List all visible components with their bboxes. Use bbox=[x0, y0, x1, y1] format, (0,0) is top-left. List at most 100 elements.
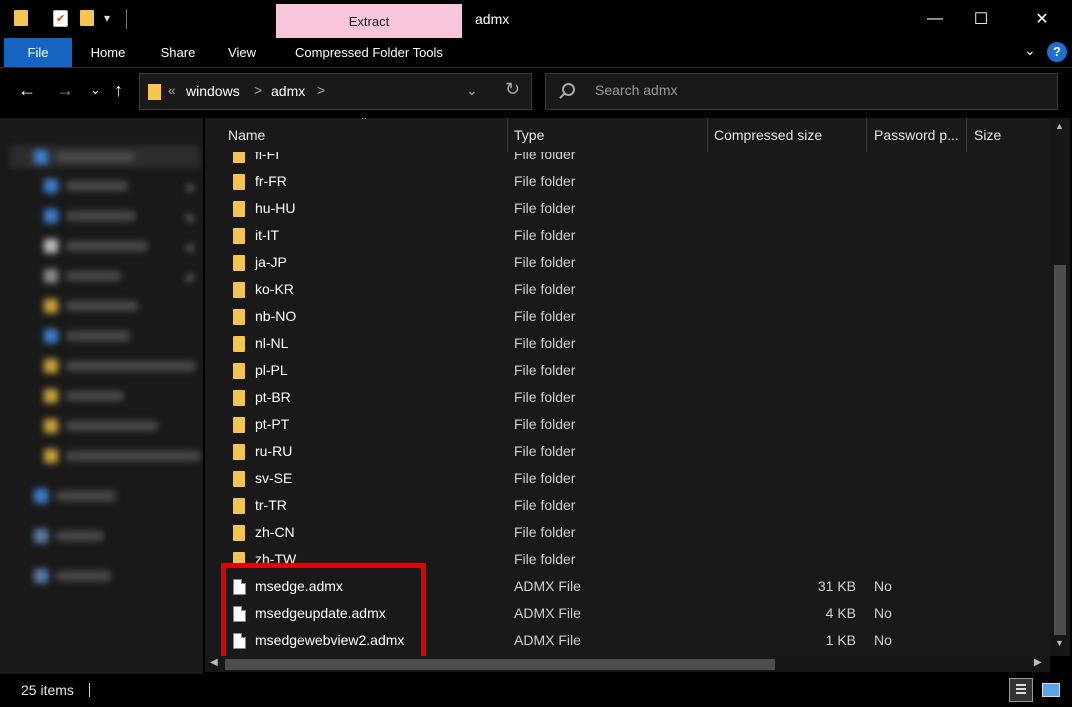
extract-contextual-tab[interactable]: Extract bbox=[276, 4, 462, 38]
column-type[interactable]: Type bbox=[514, 127, 544, 143]
search-input[interactable] bbox=[595, 82, 1035, 98]
highlight-annotation bbox=[221, 563, 426, 661]
vertical-scrollbar[interactable]: ▲ ▼ bbox=[1050, 118, 1070, 656]
column-header: ⌃ Name Type Compressed size Password p..… bbox=[205, 118, 1050, 152]
file-name: ja-JP bbox=[255, 254, 287, 270]
file-type: ADMX File bbox=[514, 605, 581, 621]
file-type: ADMX File bbox=[514, 578, 581, 594]
maximize-button[interactable]: ☐ bbox=[958, 0, 1004, 38]
column-divider[interactable] bbox=[507, 118, 508, 152]
file-name: zh-CN bbox=[255, 524, 295, 540]
table-row[interactable]: pt-BR File folder bbox=[205, 384, 1050, 411]
table-row[interactable]: ja-JP File folder bbox=[205, 249, 1050, 276]
file-name: nl-NL bbox=[255, 335, 289, 351]
scroll-left-icon[interactable]: ◀ bbox=[210, 657, 218, 668]
scrollbar-thumb[interactable] bbox=[225, 659, 775, 670]
tab-compressed-folder-tools[interactable]: Compressed Folder Tools bbox=[276, 38, 462, 67]
password-protected: No bbox=[874, 578, 892, 594]
tab-share[interactable]: Share bbox=[152, 38, 204, 67]
help-icon[interactable]: ? bbox=[1047, 42, 1067, 62]
refresh-icon[interactable]: ↻ bbox=[505, 79, 520, 100]
folder-icon bbox=[233, 174, 245, 190]
compressed-size: 31 KB bbox=[817, 578, 856, 594]
file-name: pt-PT bbox=[255, 416, 290, 432]
breadcrumb-admx[interactable]: admx bbox=[271, 83, 305, 99]
password-protected: No bbox=[874, 605, 892, 621]
file-type: File folder bbox=[514, 200, 576, 216]
folder-icon bbox=[233, 525, 245, 541]
quick-access-dropdown-icon[interactable]: ▾ bbox=[104, 11, 110, 25]
file-name: tr-TR bbox=[255, 497, 287, 513]
file-type: File folder bbox=[514, 281, 576, 297]
column-divider[interactable] bbox=[866, 118, 867, 152]
column-divider[interactable] bbox=[707, 118, 708, 152]
navigation-pane[interactable] bbox=[0, 118, 203, 674]
tab-file[interactable]: File bbox=[4, 38, 72, 67]
table-row[interactable]: zh-CN File folder bbox=[205, 519, 1050, 546]
column-compressed-size[interactable]: Compressed size bbox=[714, 127, 822, 143]
folder-icon bbox=[233, 336, 245, 352]
large-icons-view-icon[interactable] bbox=[1039, 681, 1061, 699]
address-bar[interactable]: « windows > admx > ⌄ ↻ bbox=[139, 73, 532, 110]
search-box[interactable] bbox=[545, 73, 1058, 110]
folder-icon bbox=[233, 498, 245, 514]
scrollbar-thumb[interactable] bbox=[1054, 265, 1066, 635]
table-row[interactable]: nb-NO File folder bbox=[205, 303, 1050, 330]
properties-icon[interactable] bbox=[53, 10, 68, 27]
file-name: ko-KR bbox=[255, 281, 294, 297]
file-name: sv-SE bbox=[255, 470, 293, 486]
forward-icon[interactable]: → bbox=[56, 80, 74, 101]
breadcrumb-separator[interactable]: > bbox=[254, 82, 262, 98]
table-row[interactable]: ru-RU File folder bbox=[205, 438, 1050, 465]
column-size[interactable]: Size bbox=[974, 127, 1001, 143]
up-icon[interactable]: ↑ bbox=[114, 80, 123, 101]
table-row[interactable]: hu-HU File folder bbox=[205, 195, 1050, 222]
folder-icon bbox=[233, 255, 245, 271]
tab-view[interactable]: View bbox=[220, 38, 264, 67]
breadcrumb-separator[interactable]: > bbox=[317, 82, 325, 98]
table-row[interactable]: fr-FR File folder bbox=[205, 168, 1050, 195]
column-divider[interactable] bbox=[966, 118, 967, 152]
tab-home[interactable]: Home bbox=[80, 38, 136, 67]
breadcrumb-windows[interactable]: windows bbox=[186, 83, 240, 99]
password-protected: No bbox=[874, 632, 892, 648]
column-name[interactable]: Name bbox=[228, 127, 265, 143]
back-icon[interactable]: ← bbox=[18, 80, 36, 101]
item-count: 25 items bbox=[21, 682, 74, 698]
folder-icon bbox=[148, 84, 161, 100]
scroll-right-icon[interactable]: ▶ bbox=[1034, 657, 1042, 668]
minimize-button[interactable]: — bbox=[912, 0, 958, 38]
file-type: File folder bbox=[514, 497, 576, 513]
scroll-up-icon[interactable]: ▲ bbox=[1055, 121, 1064, 131]
horizontal-scrollbar[interactable]: ◀ ▶ bbox=[205, 656, 1050, 672]
table-row[interactable]: ko-KR File folder bbox=[205, 276, 1050, 303]
scroll-down-icon[interactable]: ▼ bbox=[1055, 638, 1064, 648]
table-row[interactable]: pt-PT File folder bbox=[205, 411, 1050, 438]
navigation-pane-content bbox=[0, 118, 203, 674]
recent-locations-icon[interactable]: ⌄ bbox=[90, 82, 101, 98]
table-row[interactable]: pl-PL File folder bbox=[205, 357, 1050, 384]
column-password-protected[interactable]: Password p... bbox=[874, 127, 959, 143]
new-folder-icon[interactable] bbox=[80, 10, 94, 26]
folder-icon bbox=[233, 471, 245, 487]
address-dropdown-icon[interactable]: ⌄ bbox=[466, 82, 478, 99]
table-row[interactable]: it-IT File folder bbox=[205, 222, 1050, 249]
details-view-icon[interactable] bbox=[1009, 678, 1033, 702]
file-type: File folder bbox=[514, 416, 576, 432]
file-type: File folder bbox=[514, 335, 576, 351]
overflow-icon[interactable]: « bbox=[168, 82, 176, 98]
folder-icon bbox=[233, 309, 245, 325]
folder-icon bbox=[233, 363, 245, 379]
divider bbox=[126, 9, 127, 29]
file-name: it-IT bbox=[255, 227, 280, 243]
table-row[interactable]: nl-NL File folder bbox=[205, 330, 1050, 357]
file-type: File folder bbox=[514, 443, 576, 459]
file-name: ru-RU bbox=[255, 443, 293, 459]
file-name: pt-BR bbox=[255, 389, 291, 405]
close-button[interactable]: ✕ bbox=[1019, 0, 1065, 38]
chevron-down-icon[interactable]: ⌄ bbox=[1024, 42, 1036, 59]
table-row[interactable]: sv-SE File folder bbox=[205, 465, 1050, 492]
table-row[interactable]: tr-TR File folder bbox=[205, 492, 1050, 519]
compressed-size: 1 KB bbox=[825, 632, 856, 648]
folder-icon bbox=[233, 390, 245, 406]
